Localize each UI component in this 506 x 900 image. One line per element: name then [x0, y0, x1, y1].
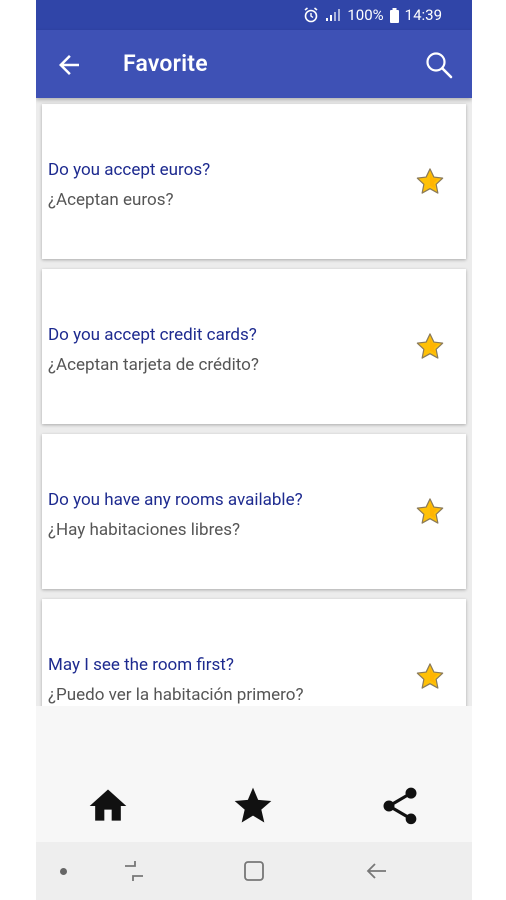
phrase-english: Do you have any rooms available? [48, 490, 303, 510]
star-icon[interactable] [231, 784, 275, 828]
battery-percent: 100% [347, 6, 384, 24]
phone-screen: 100% 14:39 Favorite Do you accept euros?… [36, 0, 472, 900]
phrase-card[interactable]: Do you have any rooms available? ¿Hay ha… [42, 434, 466, 589]
search-icon[interactable] [424, 50, 454, 80]
back-icon[interactable] [363, 857, 391, 885]
battery-icon [389, 7, 399, 23]
status-bar: 100% 14:39 [36, 0, 472, 30]
phrase-card[interactable]: May I see the room first? ¿Puedo ver la … [42, 599, 466, 706]
home-button-icon[interactable] [240, 857, 268, 885]
nav-dot-icon [60, 868, 67, 875]
phrase-spanish: ¿Puedo ver la habitación primero? [48, 685, 304, 705]
phrase-english: Do you accept euros? [48, 160, 211, 180]
phrase-spanish: ¿Aceptan tarjeta de crédito? [48, 355, 259, 375]
phrase-english: Do you accept credit cards? [48, 325, 257, 345]
favorite-star-icon[interactable] [414, 331, 446, 363]
favorite-star-icon[interactable] [414, 166, 446, 198]
phrase-english: May I see the room first? [48, 655, 234, 675]
arrow-back-icon[interactable] [54, 50, 84, 80]
phrase-card[interactable]: Do you accept euros? ¿Aceptan euros? [42, 104, 466, 259]
phrase-card[interactable]: Do you accept credit cards? ¿Aceptan tar… [42, 269, 466, 424]
share-icon[interactable] [378, 784, 422, 828]
bottom-navigation [36, 706, 472, 842]
recents-icon[interactable] [120, 857, 148, 885]
system-nav-bar [36, 842, 472, 900]
app-bar: Favorite [36, 30, 472, 98]
phrase-spanish: ¿Aceptan euros? [48, 190, 174, 210]
phrase-spanish: ¿Hay habitaciones libres? [48, 520, 241, 540]
favorite-star-icon[interactable] [414, 661, 446, 693]
signal-icon [326, 9, 341, 21]
clock: 14:39 [404, 6, 442, 24]
favorites-list[interactable]: Do you accept euros? ¿Aceptan euros? Do … [36, 98, 472, 706]
favorite-star-icon[interactable] [414, 496, 446, 528]
alarm-icon [304, 7, 318, 23]
page-title: Favorite [123, 50, 208, 77]
home-icon[interactable] [86, 784, 130, 828]
